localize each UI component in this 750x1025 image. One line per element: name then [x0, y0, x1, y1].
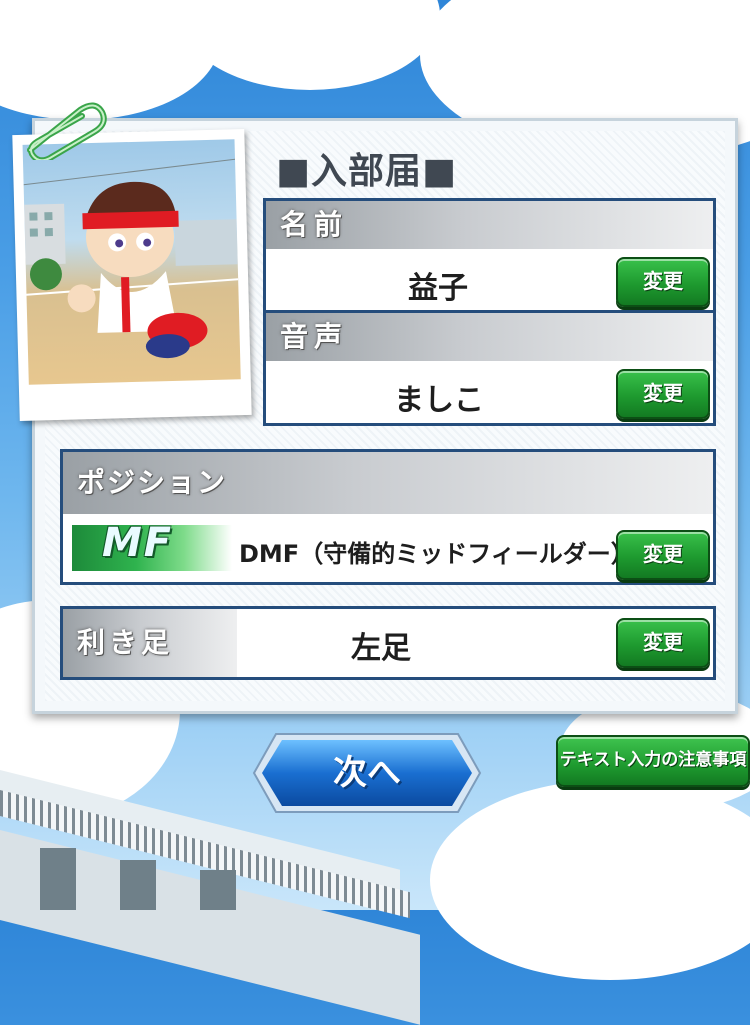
foot-label: 利き足 — [63, 609, 237, 677]
position-value: DMF（守備的ミッドフィールダー） — [239, 540, 635, 568]
foot-value: 左足 — [351, 631, 411, 666]
paperclip-icon — [20, 100, 110, 164]
name-value: 益子 — [408, 271, 468, 306]
position-badge: MF — [102, 520, 174, 566]
next-button[interactable]: 次へ — [252, 730, 482, 816]
form-title: ■入部届■ — [276, 150, 458, 192]
text-input-notice-button[interactable]: テキスト入力の注意事項 — [556, 735, 750, 787]
character-portrait — [22, 139, 241, 385]
name-label: 名前 — [266, 201, 713, 249]
position-label: ポジション — [63, 452, 713, 514]
foot-change-button[interactable]: 変更 — [616, 618, 710, 668]
name-panel: 名前 益子 変更 — [263, 198, 716, 314]
voice-panel: 音声 ましこ 変更 — [263, 310, 716, 426]
voice-label: 音声 — [266, 313, 713, 361]
name-change-button[interactable]: 変更 — [616, 257, 710, 307]
character-photo — [12, 129, 252, 421]
voice-value: ましこ — [394, 383, 484, 418]
next-label: 次へ — [333, 753, 401, 793]
position-change-button[interactable]: 変更 — [616, 530, 710, 580]
voice-change-button[interactable]: 変更 — [616, 369, 710, 419]
foot-panel: 利き足 左足 変更 — [60, 606, 716, 680]
